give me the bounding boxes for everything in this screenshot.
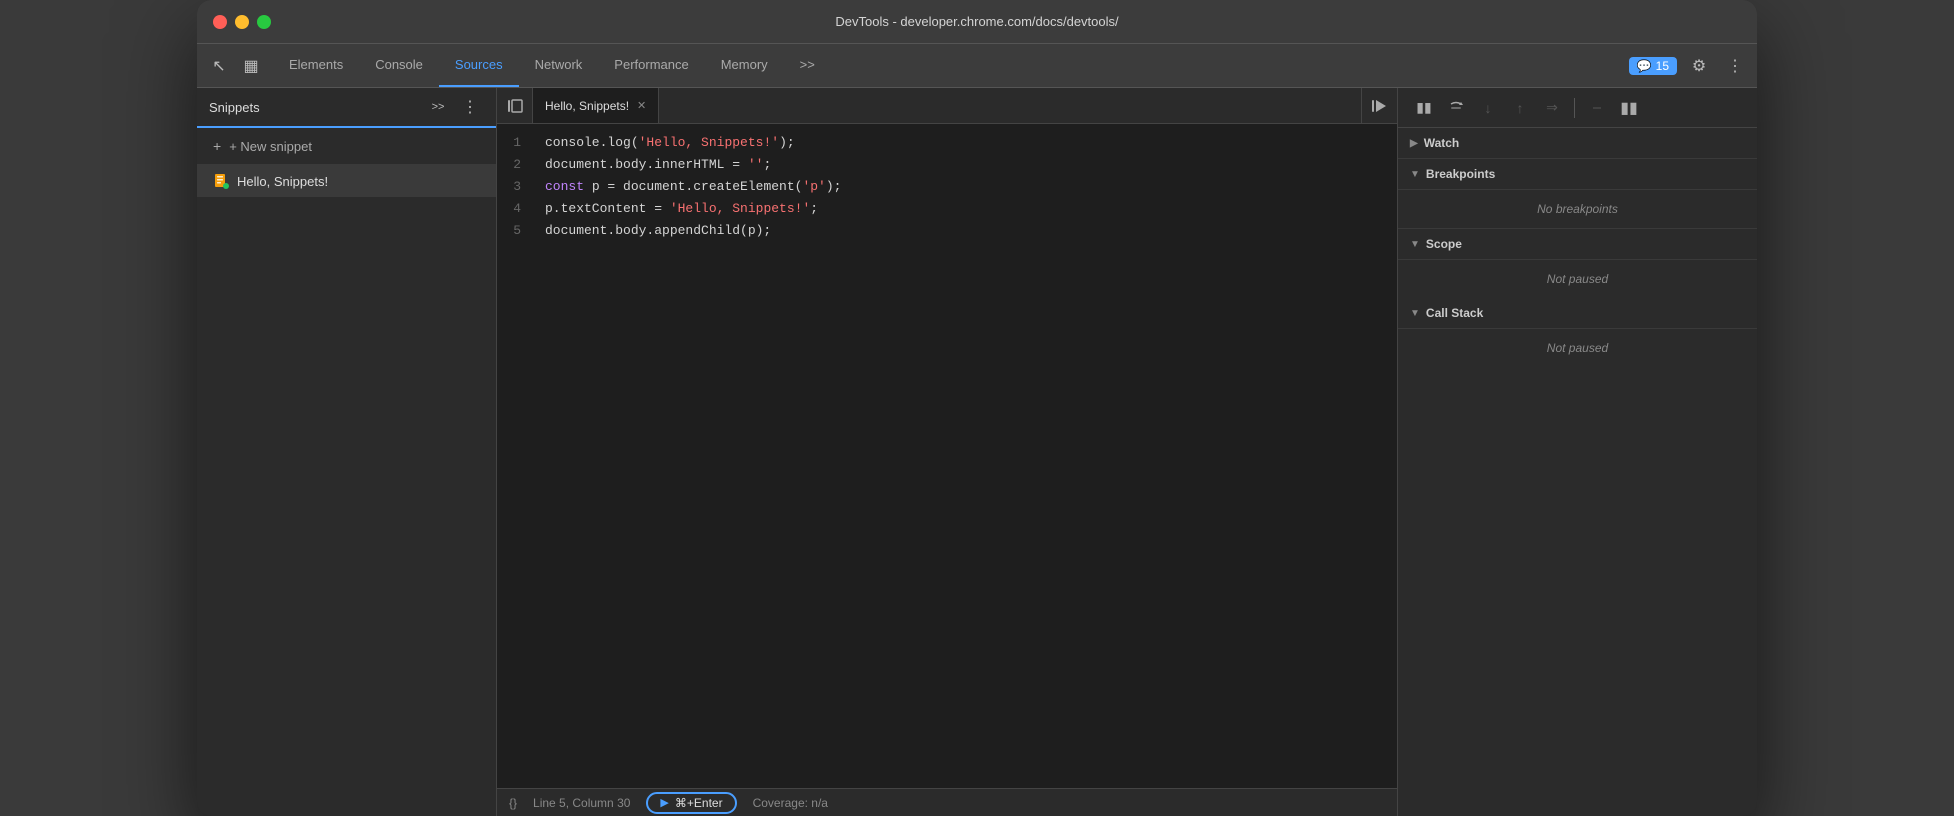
breakpoints-section-label: Breakpoints xyxy=(1426,167,1495,181)
pause-button[interactable]: ▮▮ xyxy=(1410,94,1438,122)
close-button[interactable] xyxy=(213,15,227,29)
call-stack-not-paused: Not paused xyxy=(1398,329,1757,367)
sidebar-more-icon[interactable]: >> xyxy=(424,93,452,121)
cursor-icon[interactable]: ↖ xyxy=(205,52,233,80)
editor-tab-hello-snippets[interactable]: Hello, Snippets! ✕ xyxy=(533,88,659,123)
tab-performance[interactable]: Performance xyxy=(598,44,704,87)
plus-icon: + xyxy=(213,138,221,154)
breakpoints-triangle-icon: ▼ xyxy=(1410,169,1420,180)
step-into-button[interactable]: ↓ xyxy=(1474,94,1502,122)
editor-statusbar: {} Line 5, Column 30 ▶ ⌘+Enter Coverage:… xyxy=(497,788,1397,816)
more-options-icon[interactable]: ⋮ xyxy=(1721,52,1749,80)
watch-section-label: Watch xyxy=(1424,136,1460,150)
pause-on-exceptions-icon[interactable]: ▮▮ xyxy=(1615,94,1643,122)
call-stack-section-header[interactable]: ▼ Call Stack xyxy=(1398,298,1757,329)
run-button[interactable] xyxy=(1361,88,1397,124)
device-icon[interactable]: ▦ xyxy=(237,52,265,80)
titlebar: DevTools - developer.chrome.com/docs/dev… xyxy=(197,0,1757,44)
code-editor[interactable]: 1 2 3 4 5 console.log('Hello, Snippets!'… xyxy=(497,124,1397,788)
line-numbers: 1 2 3 4 5 xyxy=(497,132,537,780)
settings-icon[interactable]: ⚙ xyxy=(1685,52,1713,80)
tab-memory[interactable]: Memory xyxy=(705,44,784,87)
run-shortcut-button[interactable]: ▶ ⌘+Enter xyxy=(646,792,736,814)
call-stack-triangle-icon: ▼ xyxy=(1410,308,1420,319)
toolbar-separator xyxy=(1574,98,1575,118)
call-stack-section-label: Call Stack xyxy=(1426,306,1483,320)
minimize-button[interactable] xyxy=(235,15,249,29)
watch-triangle-icon: ▶ xyxy=(1410,138,1418,149)
step-out-button[interactable]: ↑ xyxy=(1506,94,1534,122)
scope-triangle-icon: ▼ xyxy=(1410,239,1420,250)
toolbar-right: 💬 15 ⚙ ⋮ xyxy=(1629,52,1749,80)
breakpoints-section-content: No breakpoints xyxy=(1398,190,1757,229)
coverage-label: Coverage: n/a xyxy=(753,796,828,810)
sidebar-header: Snippets >> ⋮ xyxy=(197,88,496,128)
notification-badge[interactable]: 💬 15 xyxy=(1629,57,1677,75)
new-snippet-button[interactable]: + + New snippet xyxy=(197,128,496,165)
code-content: console.log('Hello, Snippets!');document… xyxy=(537,132,849,780)
main-toolbar: ↖ ▦ Elements Console Sources Network Per… xyxy=(197,44,1757,88)
tab-network[interactable]: Network xyxy=(519,44,599,87)
editor-tab-close-icon[interactable]: ✕ xyxy=(637,99,646,112)
traffic-lights xyxy=(213,15,271,29)
breakpoints-section-header[interactable]: ▼ Breakpoints xyxy=(1398,159,1757,190)
scope-not-paused: Not paused xyxy=(1398,260,1757,298)
chat-icon: 💬 xyxy=(1637,59,1652,73)
sidebar-toggle-icon[interactable] xyxy=(497,88,533,124)
watch-section-header[interactable]: ▶ Watch xyxy=(1398,128,1757,159)
sidebar-menu-icon[interactable]: ⋮ xyxy=(456,93,484,121)
scope-section-label: Scope xyxy=(1426,237,1462,251)
debugger-toolbar: ▮▮ ↓ ↑ ⇒ ⎯ ▮▮ xyxy=(1398,88,1757,128)
deactivate-breakpoints-icon[interactable]: ⎯ xyxy=(1583,94,1611,122)
step-button[interactable]: ⇒ xyxy=(1538,94,1566,122)
maximize-button[interactable] xyxy=(257,15,271,29)
editor-panel: Hello, Snippets! ✕ 1 2 3 4 5 xyxy=(497,88,1397,816)
play-icon: ▶ xyxy=(660,796,668,809)
sidebar-title: Snippets xyxy=(209,100,260,115)
main-tab-bar: Elements Console Sources Network Perform… xyxy=(273,44,831,87)
window-title: DevTools - developer.chrome.com/docs/dev… xyxy=(835,14,1118,29)
cursor-position: Line 5, Column 30 xyxy=(533,796,630,810)
right-panel: ▮▮ ↓ ↑ ⇒ ⎯ ▮▮ ▶ Watch xyxy=(1397,88,1757,816)
tab-elements[interactable]: Elements xyxy=(273,44,359,87)
snippet-name: Hello, Snippets! xyxy=(237,174,328,189)
more-tabs-button[interactable]: >> xyxy=(784,44,831,87)
devtools-window: DevTools - developer.chrome.com/docs/dev… xyxy=(197,0,1757,816)
tab-console[interactable]: Console xyxy=(359,44,439,87)
editor-tab-bar: Hello, Snippets! ✕ xyxy=(497,88,1397,124)
sidebar-header-icons: >> ⋮ xyxy=(424,93,484,121)
snippet-file-icon xyxy=(213,173,229,189)
snippet-item-hello[interactable]: Hello, Snippets! xyxy=(197,165,496,197)
main-content: Snippets >> ⋮ + + New snippet xyxy=(197,88,1757,816)
toolbar-cursor-icons: ↖ ▦ xyxy=(205,52,265,80)
format-icon[interactable]: {} xyxy=(509,796,517,810)
scope-section-header[interactable]: ▼ Scope xyxy=(1398,229,1757,260)
tab-sources[interactable]: Sources xyxy=(439,44,519,87)
snippets-sidebar: Snippets >> ⋮ + + New snippet xyxy=(197,88,497,816)
step-over-button[interactable] xyxy=(1442,94,1470,122)
